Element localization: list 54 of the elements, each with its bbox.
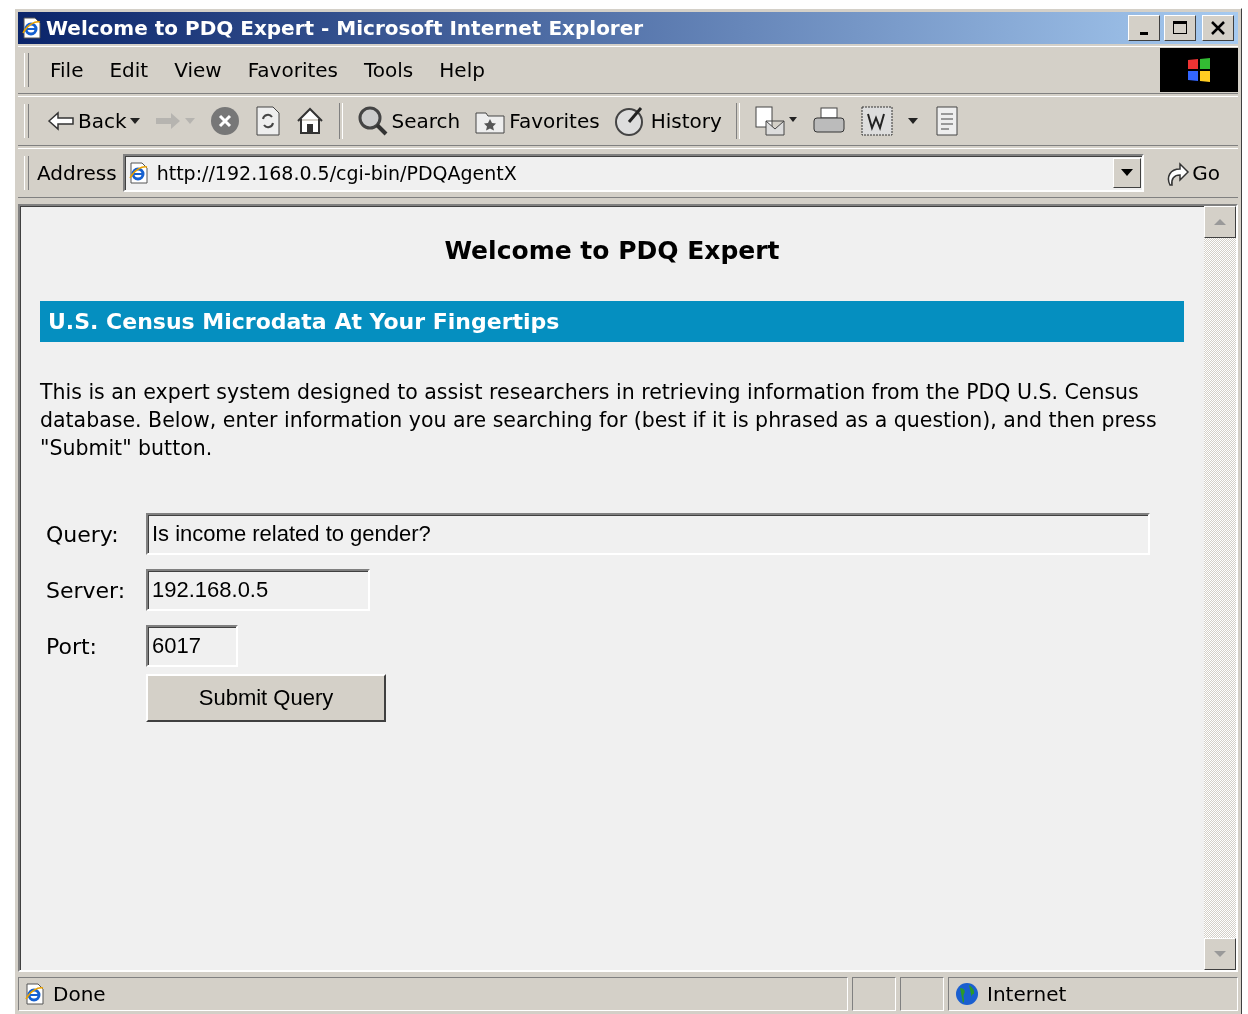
address-label: Address (37, 161, 117, 185)
input-field[interactable]: 6017 (146, 625, 238, 667)
zone-text: Internet (987, 982, 1067, 1006)
app-icon (22, 17, 42, 39)
mail-icon (753, 105, 798, 137)
go-button[interactable]: Go (1144, 159, 1238, 187)
menu-item[interactable]: Favorites (234, 58, 351, 82)
status-text: Done (53, 982, 106, 1006)
stop-icon (208, 105, 241, 137)
menu-item[interactable]: Help (426, 58, 498, 82)
maximize-icon (1172, 20, 1188, 36)
page-icon (128, 162, 149, 184)
close-icon (1210, 20, 1226, 36)
globe-icon (955, 982, 979, 1006)
back-button[interactable]: Back (43, 107, 144, 135)
minimize-icon (1140, 31, 1148, 35)
menu-item[interactable]: Tools (351, 58, 427, 82)
submit-button[interactable]: Submit Query (146, 674, 386, 722)
scroll-down-button[interactable] (1204, 938, 1236, 970)
search-button[interactable]: Search (352, 103, 465, 139)
input-field[interactable]: Is income related to gender? (146, 513, 1150, 555)
address-field[interactable]: http://192.168.0.5/cgi-bin/PDQAgentX (122, 154, 1145, 192)
maximize-button[interactable] (1164, 15, 1196, 41)
up-arrow-icon (1214, 218, 1226, 226)
caret-icon (129, 117, 140, 125)
magnifier-icon (356, 105, 389, 137)
input-field[interactable]: 192.168.0.5 (146, 569, 370, 611)
refresh-icon (254, 105, 281, 137)
status-panel (900, 977, 944, 1011)
word-document-icon (859, 105, 920, 137)
dropdown-button[interactable] (1113, 158, 1142, 188)
field-label: Server: (45, 577, 127, 603)
field-label: Port: (45, 633, 99, 659)
menu-item[interactable]: View (161, 58, 235, 82)
caret-icon (184, 117, 195, 125)
minimize-button[interactable] (1128, 15, 1160, 41)
close-button[interactable] (1202, 15, 1234, 41)
printer-icon (811, 106, 846, 136)
caret-icon (1121, 169, 1134, 177)
forward-arrow-icon (153, 110, 182, 132)
favorites-button[interactable]: Favorites (470, 105, 604, 137)
menu-item[interactable]: File (37, 58, 97, 82)
page-heading: Welcome to PDQ Expert (443, 236, 781, 265)
scroll-up-button[interactable] (1204, 206, 1236, 238)
intro-paragraph: This is an expert system designed to assist researchers in retrieving information from the PDQ U.S. Census database. Below, enter information you are searching for (best if it is phrased as a question), and then press "Submit" button. (40, 379, 1158, 462)
status-panel (852, 977, 896, 1011)
section-banner: U.S. Census Microdata At Your Fingertips (40, 301, 1184, 342)
back-arrow-icon (47, 110, 75, 132)
down-arrow-icon (1214, 950, 1226, 958)
menu-item[interactable]: Edit (96, 58, 162, 82)
page-icon (25, 983, 45, 1005)
history-button[interactable]: History (609, 103, 726, 139)
window-title: Welcome to PDQ Expert - Microsoft Internet Explorer (46, 16, 645, 40)
field-label: Query: (45, 521, 120, 547)
